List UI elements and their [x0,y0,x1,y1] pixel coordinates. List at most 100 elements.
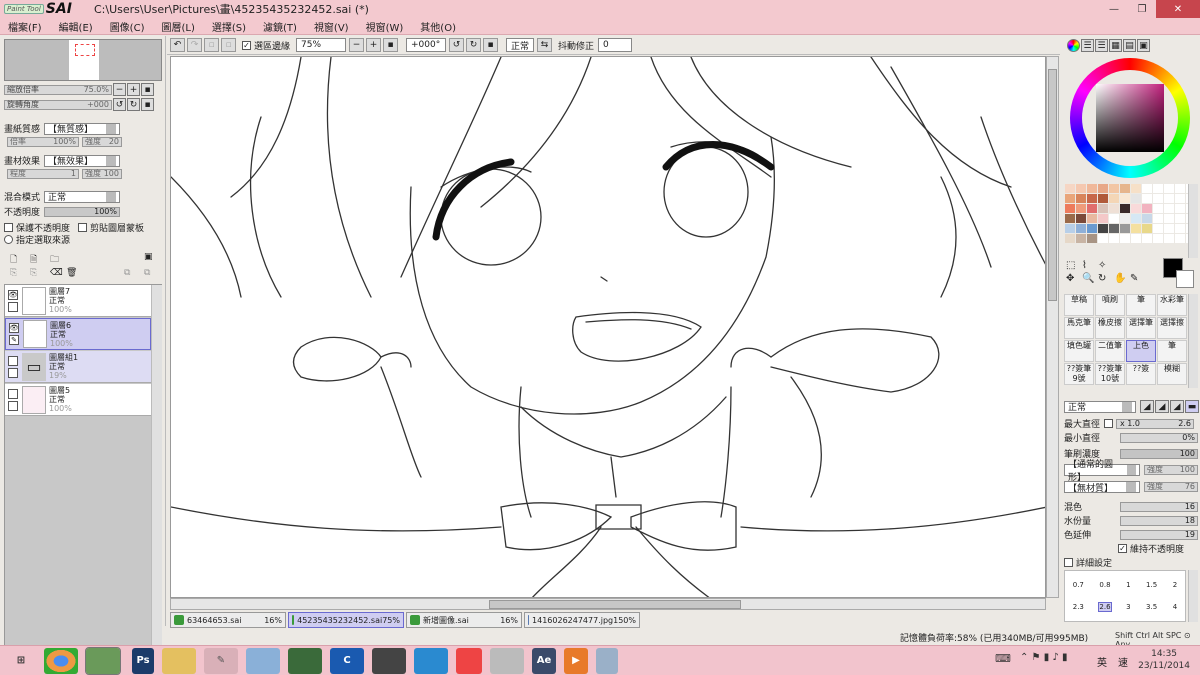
navigator-preview[interactable] [4,39,162,81]
color-wheel[interactable] [1070,58,1190,178]
color-swatch[interactable] [1164,194,1174,203]
tool-custom-9[interactable]: ??簽筆 9號 [1064,363,1094,385]
zoom-reset-tb-button[interactable]: ▪ [383,38,399,52]
rotate-reset-button[interactable]: ▪ [141,98,154,111]
color-swatch[interactable] [1164,184,1174,193]
color-swatch[interactable] [1175,184,1185,193]
color-swatch[interactable] [1098,194,1108,203]
game-icon[interactable] [288,647,322,674]
picasa-icon[interactable] [456,647,482,674]
layer-scrollbar[interactable] [151,285,162,653]
tool-bucket[interactable]: 填色罐 [1064,340,1094,362]
color-swatch[interactable] [1087,224,1097,233]
menu-file[interactable]: 檔案(F) [8,19,42,34]
drawing-canvas[interactable] [170,56,1046,598]
lasso-icon[interactable]: ⌇ [1082,260,1096,271]
color-swatch[interactable] [1153,234,1163,243]
rotate-slider[interactable]: 旋轉角度 +000 [4,99,112,110]
rotate-right-button[interactable]: ↻ [127,98,140,111]
max-diameter-slider[interactable]: x 1.0 2.6 [1116,418,1194,429]
layer-panel-toggle-icon[interactable]: ▣ [144,252,153,262]
rotate-left-tb-button[interactable]: ↺ [449,38,465,52]
swatch-tab-icon[interactable]: ▦ [1109,39,1122,52]
color-swatch[interactable] [1065,184,1075,193]
selection-source-radio[interactable] [4,235,13,244]
pen-icon[interactable]: ✎ [9,335,19,345]
persistence-slider[interactable]: 19 [1120,529,1198,540]
menu-image[interactable]: 圖像(C) [110,19,145,34]
visibility-checkbox[interactable] [8,388,18,399]
tool-custom[interactable]: ??簽 [1126,363,1156,385]
color-swatch[interactable] [1087,204,1097,213]
color-swatch[interactable] [1164,224,1174,233]
color-swatch[interactable] [1065,214,1075,223]
dilution-slider[interactable]: 18 [1120,515,1198,526]
brush-texture-select[interactable]: 【無材質】 [1064,481,1140,494]
tool-coloring[interactable]: 上色 [1126,340,1156,362]
effect-degree-slider[interactable]: 程度 1 [7,169,79,179]
color-swatch[interactable] [1076,234,1086,243]
new-folder-icon[interactable]: 🗀 [50,252,59,268]
advanced-settings-checkbox[interactable] [1064,558,1073,567]
palette-tab-icon[interactable]: ▣ [1137,39,1150,52]
tool-pen[interactable]: 筆 [1126,294,1156,316]
color-swatch[interactable] [1153,204,1163,213]
clock[interactable]: 14:35 23/11/2014 [1138,648,1190,672]
paper-strength-slider[interactable]: 強度 20 [82,137,122,147]
color-swatch[interactable] [1109,214,1119,223]
keep-opacity-checkbox[interactable]: ✓ [1118,544,1127,553]
windows-start-icon[interactable]: ⊞ [6,648,36,674]
ccleaner-icon[interactable]: C [330,647,364,674]
color-swatch[interactable] [1175,204,1185,213]
color-swatch[interactable] [1175,224,1185,233]
hand-icon[interactable]: ✋ [1114,273,1128,284]
document-tab[interactable]: 45235435232452.sai 75% [288,612,404,628]
color-swatch[interactable] [1076,194,1086,203]
deselect-button[interactable]: ▫ [204,38,219,52]
close-button[interactable]: ✕ [1156,0,1200,18]
eye-icon[interactable]: 👁 [8,289,18,300]
tools-scrollbar[interactable] [1188,294,1198,388]
tool-binary-pen[interactable]: 二值筆 [1095,340,1125,362]
maximize-button[interactable]: ❐ [1128,0,1156,18]
color-swatch[interactable] [1065,234,1075,243]
tool-select-eraser[interactable]: 選擇擦 [1157,317,1187,339]
zoom-icon[interactable]: 🔍 [1082,273,1096,284]
menu-filter[interactable]: 濾鏡(T) [263,19,297,34]
color-swatch[interactable] [1175,194,1185,203]
max-diam-lock[interactable] [1104,419,1113,428]
tool-custom-10[interactable]: ??簽筆 10號 [1095,363,1125,385]
new-linework-layer-icon[interactable]: 🗎 [30,252,37,268]
color-swatch[interactable] [1131,204,1141,213]
color-swatch[interactable] [1153,214,1163,223]
color-swatch[interactable] [1153,224,1163,233]
color-swatch[interactable] [1065,194,1075,203]
color-swatch[interactable] [1175,234,1185,243]
tool-pen-2[interactable]: 筆 [1157,340,1187,362]
rotate-right-tb-button[interactable]: ↻ [466,38,482,52]
color-swatch[interactable] [1164,204,1174,213]
color-swatch[interactable] [1087,234,1097,243]
merge-all-icon[interactable]: ⧉ [144,268,150,278]
color-swatch[interactable] [1131,214,1141,223]
color-swatch[interactable] [1142,194,1152,203]
color-swatch[interactable] [1109,204,1119,213]
color-swatch[interactable] [1142,234,1152,243]
lock-checkbox[interactable] [8,400,18,411]
zoom-out-tb-button[interactable]: − [349,38,365,52]
minimize-button[interactable]: — [1100,0,1128,18]
tool-marker[interactable]: 馬克筆 [1064,317,1094,339]
view-mode-select[interactable]: 正常 [506,38,535,52]
color-swatch[interactable] [1098,184,1108,193]
eyedropper-icon[interactable]: ✎ [1130,273,1144,284]
ime-indicator[interactable]: 英 [1097,654,1107,669]
color-swatch[interactable] [1109,224,1119,233]
color-swatch[interactable] [1120,234,1130,243]
color-swatch[interactable] [1164,234,1174,243]
tool-draft[interactable]: 草稿 [1064,294,1094,316]
blend-mode-select[interactable]: 正常 [44,190,120,203]
rgb-slider-tab-icon[interactable]: ☰ [1081,39,1094,52]
paper-scale-slider[interactable]: 倍率 100% [7,137,79,147]
color-swatch[interactable] [1120,194,1130,203]
paint-tool-sai-icon[interactable] [85,646,121,675]
